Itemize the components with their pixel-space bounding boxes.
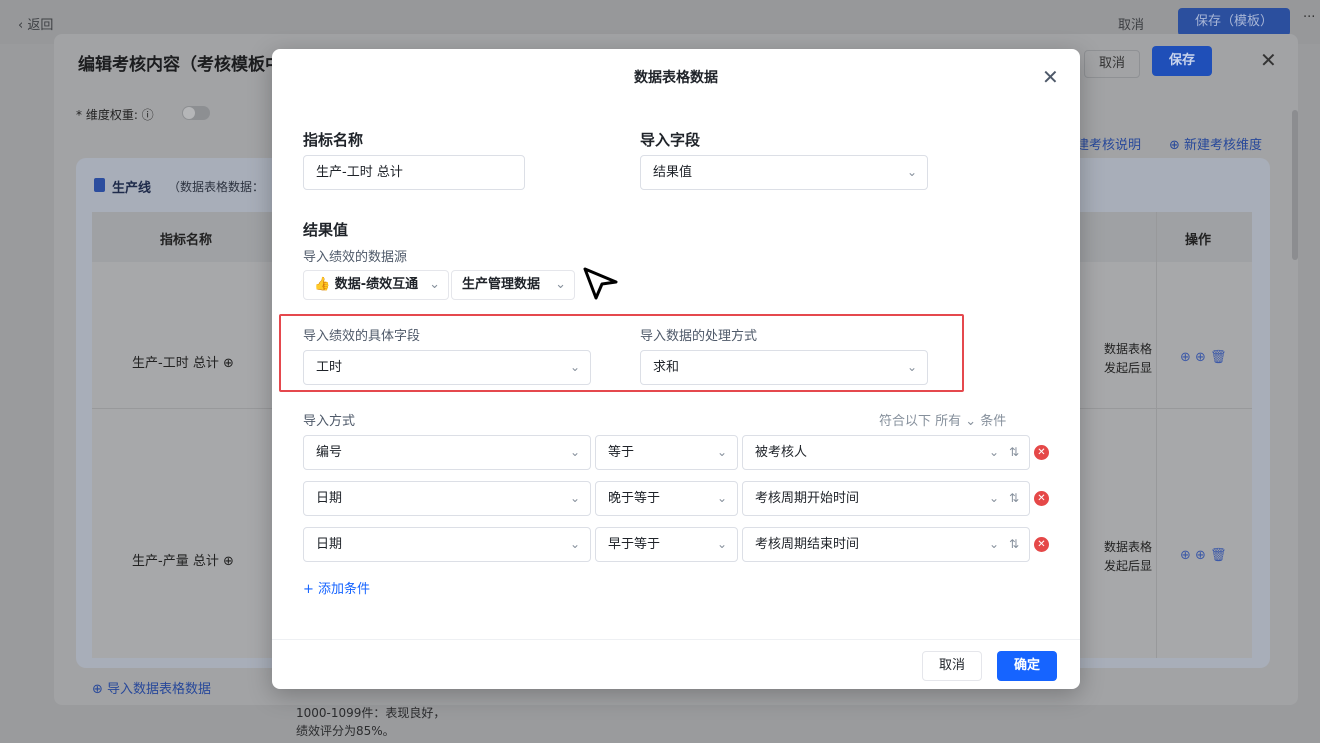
row-actions[interactable]: ⊕ ⊕ 🗑 [1180, 548, 1227, 563]
new-dimension-link[interactable]: ⊕ 新建考核维度 [1169, 134, 1262, 153]
chevron-down-icon: ⌄ [569, 360, 580, 374]
toggle-knob [183, 107, 195, 119]
back-link[interactable]: ‹ 返回 [18, 14, 53, 33]
description-line: 1000-1099件：表现良好， [296, 706, 446, 720]
import-table-data-link[interactable]: ⊕ 导入数据表格数据 [92, 678, 211, 697]
document-icon [94, 178, 105, 192]
condition-field-value: 日期 [316, 491, 343, 506]
dimension-weight-label: * 维度权重: ⓘ [76, 108, 154, 122]
cell-line: 数据表格 [1104, 540, 1153, 554]
specific-field-label: 导入绩效的具体字段 [303, 329, 421, 344]
chevron-down-icon: ⌄ [716, 491, 727, 505]
panel-save-button[interactable]: 保存 [1152, 46, 1212, 76]
table-cell: 数据表格 发起后显 [1104, 340, 1152, 378]
sort-icon[interactable]: ⇅ [1009, 436, 1019, 469]
processing-method-value: 求和 [653, 360, 680, 375]
condition-field-select[interactable]: 日期 ⌄ [303, 481, 591, 516]
table-row-name: 生产-工时 总计 ⊕ [132, 356, 234, 371]
dialog-cancel-button[interactable]: 取消 [922, 651, 982, 681]
result-value-heading: 结果值 [303, 221, 349, 239]
remove-condition-icon[interactable]: ✕ [1034, 491, 1049, 506]
data-source-label: 导入绩效的数据源 [303, 250, 408, 265]
chevron-down-icon: ⌄ [988, 491, 999, 505]
chevron-down-icon: ⌄ [988, 445, 999, 459]
panel-close-icon[interactable]: ✕ [1260, 48, 1277, 72]
condition-value-select[interactable]: 考核周期结束时间 ⌄ ⇅ [742, 527, 1030, 562]
condition-operator-select[interactable]: 等于 ⌄ [595, 435, 738, 470]
description-line: 绩效评分为85%。 [296, 724, 395, 738]
cell-line: 发起后显 [1104, 361, 1153, 375]
condition-value: 考核周期开始时间 [755, 491, 860, 506]
condition-operator-value: 早于等于 [608, 537, 661, 552]
import-field-select[interactable]: 结果值 ⌄ [640, 155, 928, 190]
more-icon[interactable]: ··· [1303, 10, 1315, 25]
panel-title: 编辑考核内容（考核模板中 [78, 55, 282, 75]
indicator-name-input[interactable]: 生产-工时 总计 [303, 155, 525, 190]
source-app-value: 👍 数据-绩效互通 [314, 277, 419, 292]
section-name: 生产线 [112, 181, 152, 196]
condition-field-select[interactable]: 日期 ⌄ [303, 527, 591, 562]
column-divider [1156, 212, 1157, 658]
source-app-select[interactable]: 👍 数据-绩效互通 ⌄ [303, 270, 449, 300]
close-icon[interactable]: ✕ [1042, 65, 1059, 89]
column-header-ops: 操作 [1185, 233, 1212, 248]
chevron-down-icon: ⌄ [429, 277, 440, 292]
top-cancel-button[interactable]: 取消 [1118, 14, 1144, 33]
row-actions[interactable]: ⊕ ⊕ 🗑 [1180, 350, 1227, 365]
specific-field-select[interactable]: 工时 ⌄ [303, 350, 591, 385]
cell-line: 发起后显 [1104, 559, 1153, 573]
cell-line: 数据表格 [1104, 342, 1153, 356]
dialog-title: 数据表格数据 [634, 70, 718, 86]
chevron-down-icon: ⌄ [716, 445, 727, 459]
import-field-value: 结果值 [653, 165, 693, 180]
remove-condition-icon[interactable]: ✕ [1034, 537, 1049, 552]
table-row-name: 生产-产量 总计 ⊕ [132, 554, 234, 569]
processing-method-label: 导入数据的处理方式 [640, 329, 758, 344]
chevron-down-icon: ⌄ [569, 537, 580, 551]
table-data-dialog: 数据表格数据 ✕ 指标名称 生产-工时 总计 导入字段 结果值 ⌄ 结果值 导入… [272, 49, 1080, 689]
chevron-down-icon: ⌄ [569, 491, 580, 505]
chevron-down-icon: ⌄ [716, 537, 727, 551]
scrollbar[interactable] [1292, 110, 1298, 260]
source-table-select[interactable]: 生产管理数据 ⌄ [451, 270, 575, 300]
condition-field-value: 日期 [316, 537, 343, 552]
condition-field-value: 编号 [316, 445, 343, 460]
condition-operator-select[interactable]: 早于等于 ⌄ [595, 527, 738, 562]
sort-icon[interactable]: ⇅ [1009, 528, 1019, 561]
chevron-down-icon: ⌄ [988, 537, 999, 551]
table-cell: 数据表格 发起后显 [1104, 538, 1152, 576]
dialog-confirm-button[interactable]: 确定 [997, 651, 1057, 681]
mouse-pointer-icon [583, 267, 618, 300]
condition-value: 被考核人 [755, 445, 808, 460]
new-assessment-description-link[interactable]: 建考核说明 [1076, 134, 1141, 153]
remove-condition-icon[interactable]: ✕ [1034, 445, 1049, 460]
match-all-selector[interactable]: 符合以下 所有 ⌄ 条件 [879, 410, 1006, 429]
import-method-label: 导入方式 [303, 414, 356, 429]
add-condition-button[interactable]: + 添加条件 [303, 578, 370, 597]
condition-field-select[interactable]: 编号 ⌄ [303, 435, 591, 470]
import-field-label: 导入字段 [640, 131, 701, 149]
dialog-footer-divider [272, 639, 1080, 640]
condition-operator-value: 等于 [608, 445, 635, 460]
chevron-down-icon: ⌄ [906, 360, 917, 374]
section-subtitle: （数据表格数据： [168, 180, 265, 194]
condition-operator-select[interactable]: 晚于等于 ⌄ [595, 481, 738, 516]
condition-value-select[interactable]: 被考核人 ⌄ ⇅ [742, 435, 1030, 470]
indicator-name-label: 指标名称 [303, 131, 364, 149]
sort-icon[interactable]: ⇅ [1009, 482, 1019, 515]
chevron-down-icon: ⌄ [555, 277, 566, 292]
chevron-down-icon: ⌄ [569, 445, 580, 459]
panel-cancel-button[interactable]: 取消 [1084, 50, 1140, 78]
top-save-template-button[interactable]: 保存（模板） [1178, 8, 1290, 36]
condition-value: 考核周期结束时间 [755, 537, 860, 552]
chevron-down-icon: ⌄ [906, 165, 917, 179]
source-table-value: 生产管理数据 [462, 277, 541, 292]
condition-value-select[interactable]: 考核周期开始时间 ⌄ ⇅ [742, 481, 1030, 516]
description-text: 1000-1099件：表现良好， 绩效评分为85%。 [296, 704, 445, 740]
specific-field-value: 工时 [316, 360, 343, 375]
column-header-indicator: 指标名称 [160, 233, 213, 248]
processing-method-select[interactable]: 求和 ⌄ [640, 350, 928, 385]
condition-operator-value: 晚于等于 [608, 491, 661, 506]
